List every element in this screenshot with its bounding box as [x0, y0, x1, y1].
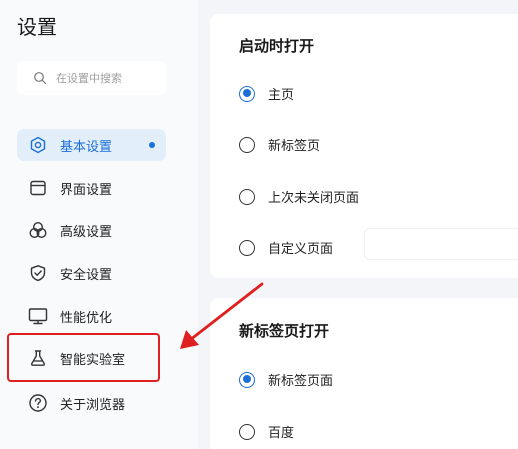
- startup-title: 启动时打开: [239, 37, 315, 55]
- new-tab-option-baidu[interactable]: 百度: [239, 422, 294, 441]
- search-icon: [34, 72, 47, 85]
- startup-option-home[interactable]: 主页: [239, 84, 294, 103]
- sidebar-item-label: 关于浏览器: [60, 397, 126, 413]
- custom-page-input[interactable]: [364, 228, 518, 260]
- shield-icon: [28, 263, 48, 283]
- annotation-highlight-box: [7, 333, 160, 382]
- sidebar-item-performance[interactable]: 性能优化: [17, 300, 166, 332]
- startup-card: 启动时打开 主页 新标签页 上次未关闭页面 自定义页面: [210, 14, 518, 278]
- sidebar-item-label: 界面设置: [60, 182, 113, 198]
- window-icon: [28, 178, 48, 198]
- option-label: 自定义页面: [268, 242, 334, 257]
- sidebar: 设置 基本设置 界面设置: [0, 0, 198, 449]
- monitor-icon: [28, 306, 48, 326]
- radio-button[interactable]: [239, 371, 255, 388]
- radio-button[interactable]: [239, 423, 255, 440]
- question-circle-icon: [28, 393, 48, 413]
- sidebar-item-about[interactable]: 关于浏览器: [17, 387, 166, 419]
- new-tab-card: 新标签页打开 新标签页面 百度: [210, 298, 518, 449]
- radio-button[interactable]: [239, 136, 255, 153]
- circles-icon: [28, 220, 48, 240]
- sidebar-item-interface[interactable]: 界面设置: [17, 172, 166, 204]
- sidebar-item-basic[interactable]: 基本设置: [17, 129, 166, 161]
- startup-option-new-tab[interactable]: 新标签页: [239, 135, 320, 154]
- radio-button[interactable]: [239, 85, 255, 102]
- startup-option-last-session[interactable]: 上次未关闭页面: [239, 187, 359, 206]
- radio-button[interactable]: [239, 239, 255, 256]
- search-input[interactable]: [56, 71, 156, 85]
- new-tab-option-new-tab-page[interactable]: 新标签页面: [239, 370, 333, 389]
- radio-button[interactable]: [239, 188, 255, 205]
- sidebar-item-security[interactable]: 安全设置: [17, 257, 166, 289]
- sidebar-item-label: 安全设置: [60, 267, 113, 283]
- option-label: 新标签页面: [268, 374, 334, 389]
- hexagon-gear-icon: [28, 135, 48, 155]
- new-tab-title: 新标签页打开: [239, 322, 330, 340]
- sidebar-item-label: 基本设置: [60, 139, 113, 155]
- sidebar-item-label: 高级设置: [60, 224, 113, 240]
- search-box[interactable]: [17, 61, 166, 95]
- option-label: 新标签页: [268, 139, 321, 154]
- active-dot: [149, 142, 155, 148]
- option-label: 主页: [268, 88, 295, 103]
- sidebar-item-advanced[interactable]: 高级设置: [17, 214, 166, 246]
- startup-option-custom[interactable]: 自定义页面: [239, 238, 333, 257]
- option-label: 上次未关闭页面: [268, 191, 360, 206]
- sidebar-item-label: 性能优化: [60, 310, 113, 326]
- settings-title: 设置: [17, 15, 57, 39]
- option-label: 百度: [268, 426, 295, 441]
